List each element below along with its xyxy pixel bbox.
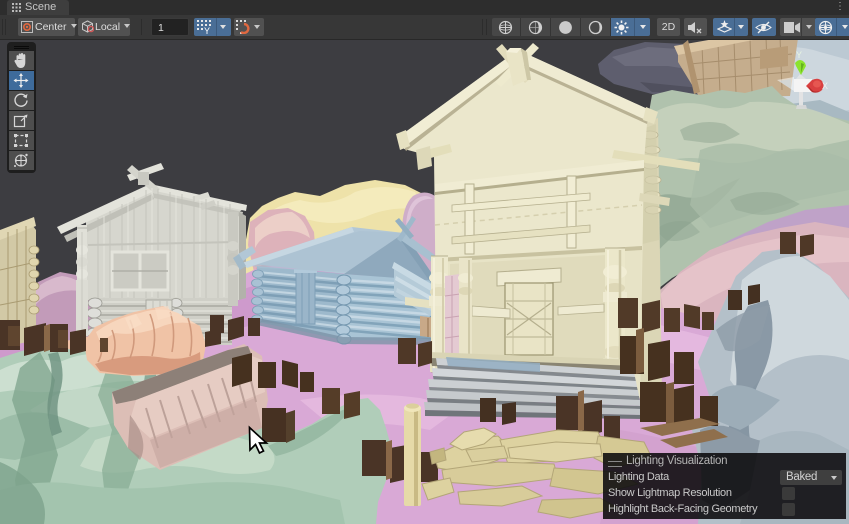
svg-text:Y: Y	[796, 50, 802, 60]
svg-text:X: X	[822, 81, 828, 91]
svg-text:Y: Y	[204, 26, 210, 34]
